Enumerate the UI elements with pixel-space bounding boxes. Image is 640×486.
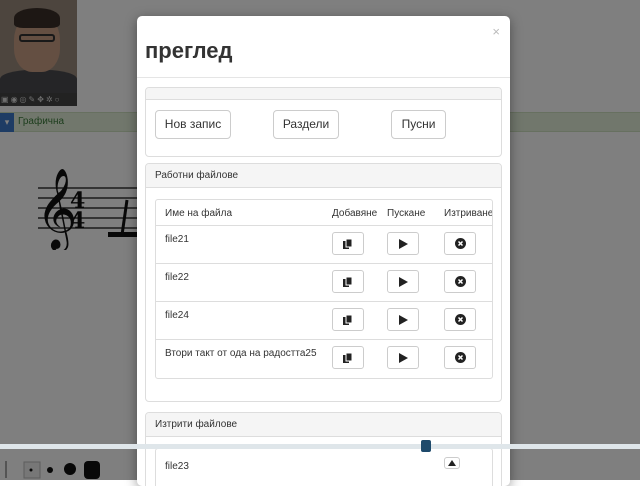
work-files-heading: Работни файлове — [146, 164, 501, 188]
work-files-panel: Работни файлове Име на файла Добавяне Пу… — [145, 163, 502, 402]
table-row: file24 — [156, 301, 492, 340]
sections-button[interactable]: Раздели — [273, 110, 339, 139]
copy-icon — [343, 238, 353, 249]
add-button[interactable] — [332, 308, 364, 331]
column-header-add: Добавяне — [332, 208, 378, 219]
delete-icon — [454, 238, 466, 249]
file-name: file22 — [165, 272, 189, 283]
work-files-table: Име на файла Добавяне Пускане Изтриване … — [155, 199, 493, 379]
table-row: file21 — [156, 225, 492, 264]
new-record-button[interactable]: Нов запис — [155, 110, 231, 139]
file-name: file21 — [165, 234, 189, 245]
close-icon[interactable]: × — [492, 24, 500, 39]
play-file-button[interactable] — [387, 308, 419, 331]
copy-icon — [343, 352, 353, 363]
overview-modal: преглед × Нов запис Раздели Пусни Работн… — [137, 16, 510, 486]
column-header-delete: Изтриване — [444, 208, 493, 219]
play-icon — [399, 276, 408, 287]
table-row: file23 — [156, 449, 492, 486]
play-file-button[interactable] — [387, 346, 419, 369]
restore-button[interactable] — [444, 457, 460, 469]
deleted-files-panel: Изтрити файлове file23 — [145, 412, 502, 486]
video-scrubber-track[interactable] — [0, 444, 640, 449]
play-icon — [399, 352, 408, 363]
delete-button[interactable] — [444, 346, 476, 369]
delete-button[interactable] — [444, 308, 476, 331]
add-button[interactable] — [332, 270, 364, 293]
delete-button[interactable] — [444, 270, 476, 293]
column-header-play: Пускане — [387, 208, 426, 219]
caret-up-icon — [448, 460, 456, 466]
play-file-button[interactable] — [387, 270, 419, 293]
play-file-button[interactable] — [387, 232, 419, 255]
table-row: Втори такт от ода на радостта25 — [156, 339, 492, 378]
actions-panel: Нов запис Раздели Пусни — [145, 87, 502, 157]
modal-header: преглед × — [137, 16, 510, 78]
deleted-files-table: file23 — [155, 448, 493, 486]
column-header-name: Име на файла — [165, 208, 233, 219]
copy-icon — [343, 276, 353, 287]
file-name: file23 — [165, 461, 189, 472]
add-button[interactable] — [332, 346, 364, 369]
modal-title: преглед — [145, 38, 233, 63]
play-icon — [399, 314, 408, 325]
video-scrubber-handle[interactable] — [421, 440, 431, 452]
play-button[interactable]: Пусни — [391, 110, 446, 139]
file-name: Втори такт от ода на радостта25 — [165, 348, 317, 359]
table-row: file22 — [156, 263, 492, 302]
file-name: file24 — [165, 310, 189, 321]
deleted-files-heading: Изтрити файлове — [146, 413, 501, 437]
delete-icon — [454, 352, 466, 363]
play-icon — [399, 238, 408, 249]
delete-button[interactable] — [444, 232, 476, 255]
copy-icon — [343, 314, 353, 325]
delete-icon — [454, 276, 466, 287]
add-button[interactable] — [332, 232, 364, 255]
delete-icon — [454, 314, 466, 325]
